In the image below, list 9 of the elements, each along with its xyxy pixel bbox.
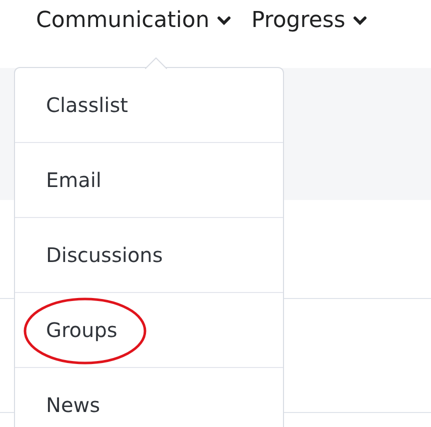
chevron-down-icon (217, 16, 232, 26)
menu-item[interactable]: Email (15, 143, 283, 218)
nav-menu-button[interactable]: Progress (251, 8, 368, 33)
chevron-down-icon (353, 16, 368, 26)
nav-menu-button[interactable]: Communication (36, 8, 232, 33)
menu-item[interactable]: Groups (15, 293, 283, 368)
menu-item[interactable]: News (15, 368, 283, 427)
menu-item[interactable]: Discussions (15, 218, 283, 293)
menu-item[interactable]: Classlist (15, 68, 283, 143)
